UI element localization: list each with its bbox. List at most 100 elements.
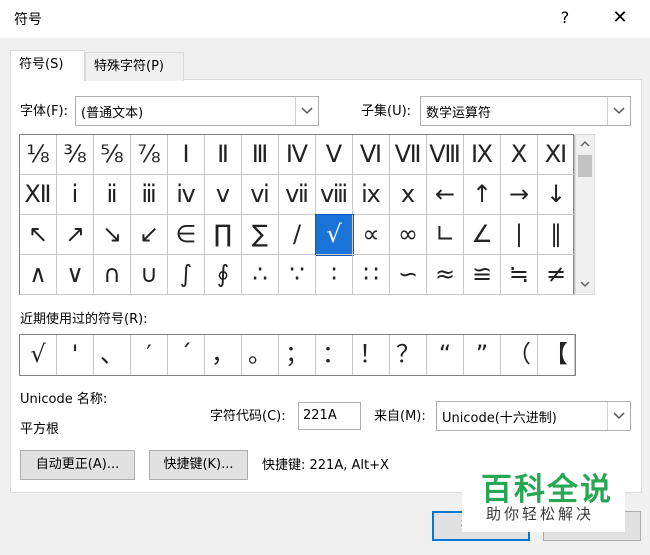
symbol-cell[interactable]: ↙ (131, 215, 168, 255)
symbol-cell[interactable]: ⅸ (353, 175, 390, 215)
symbol-cell[interactable]: ∩ (94, 255, 131, 295)
symbol-cell[interactable]: ⅵ (242, 175, 279, 215)
unicode-name-value: 平方根 (20, 422, 60, 437)
autocorrect-button[interactable]: 自动更正(A)... (20, 450, 135, 480)
symbol-cell[interactable]: Ⅹ (501, 135, 538, 175)
recent-symbol-cell[interactable]: ´ (168, 335, 205, 375)
recent-symbol-cell[interactable]: ： (316, 335, 353, 375)
recent-symbols-row[interactable]: √ '、 ′ ´，。；：！？ “” （【 (19, 334, 576, 376)
symbol-cell[interactable]: ⅝ (94, 135, 131, 175)
symbol-cell[interactable]: Ⅶ (390, 135, 427, 175)
symbol-cell-selected[interactable]: √ (315, 214, 354, 256)
symbol-cell[interactable]: ∨ (57, 255, 94, 295)
scroll-up-icon[interactable] (580, 140, 590, 147)
symbol-grid-scrollbar[interactable] (575, 134, 595, 295)
scrollbar-thumb[interactable] (578, 155, 592, 177)
symbol-cell[interactable]: → (501, 175, 538, 215)
close-button[interactable]: ✕ (606, 6, 634, 30)
symbol-cell[interactable]: Ⅱ (205, 135, 242, 175)
symbol-cell[interactable]: ↘ (94, 215, 131, 255)
symbol-cell[interactable]: ∟ (427, 215, 464, 255)
symbol-cell[interactable]: ⅲ (131, 175, 168, 215)
symbol-cell[interactable]: ↑ (464, 175, 501, 215)
subset-dropdown-button[interactable] (607, 97, 630, 125)
from-value: Unicode(十六进制) (442, 411, 557, 426)
symbol-cell[interactable]: ≈ (427, 255, 464, 295)
recent-symbol-cell[interactable]: ， (205, 335, 242, 375)
recent-symbol-cell[interactable]: ' (57, 335, 94, 375)
symbol-cell[interactable]: ∮ (205, 255, 242, 295)
recent-symbol-cell[interactable]: ′ (131, 335, 168, 375)
symbol-cell[interactable]: ↖ (20, 215, 57, 255)
recent-symbol-cell[interactable]: （ (501, 335, 538, 375)
recent-symbol-cell[interactable]: 【 (538, 335, 575, 375)
symbol-cell[interactable]: Ⅲ (242, 135, 279, 175)
recent-symbol-cell[interactable]: 、 (94, 335, 131, 375)
recent-symbol-cell[interactable]: √ (20, 335, 57, 375)
symbol-cell[interactable]: ∈ (168, 215, 205, 255)
symbol-cell[interactable]: ∧ (20, 255, 57, 295)
symbol-cell[interactable]: ∽ (390, 255, 427, 295)
symbol-cell[interactable]: ← (427, 175, 464, 215)
symbol-cell[interactable]: ∵ (279, 255, 316, 295)
recent-symbol-cell[interactable]: “ (427, 335, 464, 375)
recent-symbol-cell[interactable]: ！ (353, 335, 390, 375)
recent-symbol-cell[interactable]: ； (279, 335, 316, 375)
symbol-cell[interactable]: ∶ (316, 255, 353, 295)
symbol-cell[interactable]: ∫ (168, 255, 205, 295)
symbol-cell[interactable]: ⅳ (168, 175, 205, 215)
shortcut-key-button[interactable]: 快捷键(K)... (149, 450, 248, 480)
from-combobox[interactable]: Unicode(十六进制) (436, 401, 631, 431)
subset-combobox[interactable]: 数学运算符 (420, 96, 631, 126)
tab-special-characters[interactable]: 特殊字符(P) (85, 52, 184, 81)
chevron-down-icon (613, 412, 625, 420)
symbol-cell[interactable]: ↗ (57, 215, 94, 255)
symbol-cell[interactable]: Ⅳ (279, 135, 316, 175)
symbol-cell[interactable]: Ⅷ (427, 135, 464, 175)
symbol-cell[interactable]: ⅹ (390, 175, 427, 215)
symbol-cell[interactable]: ⅷ (316, 175, 353, 215)
font-dropdown-button[interactable] (295, 97, 318, 125)
symbol-cell[interactable]: ⅴ (205, 175, 242, 215)
symbol-cell[interactable]: ⅶ (279, 175, 316, 215)
symbol-cell[interactable]: ≒ (501, 255, 538, 295)
chevron-down-icon (301, 107, 313, 115)
font-combobox[interactable]: (普通文本) (75, 96, 319, 126)
symbol-cell[interactable]: ∥ (538, 215, 575, 255)
symbol-cell[interactable]: Ⅵ (353, 135, 390, 175)
symbol-cell[interactable]: ∴ (242, 255, 279, 295)
symbol-cell[interactable]: ⅱ (94, 175, 131, 215)
symbol-cell[interactable]: ⅞ (131, 135, 168, 175)
symbol-cell[interactable]: ∏ (205, 215, 242, 255)
symbol-cell[interactable]: ⅜ (57, 135, 94, 175)
symbol-cell[interactable]: ⅛ (20, 135, 57, 175)
char-code-label: 字符代码(C): (210, 409, 286, 424)
symbol-cell[interactable]: ∝ (353, 215, 390, 255)
recent-symbol-cell[interactable]: ” (464, 335, 501, 375)
recent-symbol-cell[interactable]: ？ (390, 335, 427, 375)
symbol-cell[interactable]: ∣ (501, 215, 538, 255)
symbol-cell[interactable]: ∕ (279, 215, 316, 255)
symbol-cell[interactable]: Ⅻ (20, 175, 57, 215)
tab-symbols[interactable]: 符号(S) (10, 50, 85, 81)
symbol-cell[interactable]: ≠ (538, 255, 575, 295)
recent-symbol-cell[interactable]: 。 (242, 335, 279, 375)
symbol-cell[interactable]: ∷ (353, 255, 390, 295)
symbol-cell[interactable]: ∞ (390, 215, 427, 255)
help-button[interactable]: ? (555, 6, 575, 30)
symbol-cell[interactable]: Ⅺ (538, 135, 575, 175)
unicode-name-label: Unicode 名称: (20, 392, 108, 407)
symbol-cell[interactable]: ⅰ (57, 175, 94, 215)
symbol-cell[interactable]: ∠ (464, 215, 501, 255)
symbol-cell[interactable]: ↓ (538, 175, 575, 215)
symbol-cell[interactable]: Ⅸ (464, 135, 501, 175)
symbol-cell[interactable]: Ⅰ (168, 135, 205, 175)
symbol-cell[interactable]: ∑ (242, 215, 279, 255)
symbol-cell[interactable]: Ⅴ (316, 135, 353, 175)
symbol-cell[interactable]: ≌ (464, 255, 501, 295)
symbol-cell[interactable]: ∪ (131, 255, 168, 295)
char-code-input[interactable]: 221A (298, 402, 361, 430)
scroll-down-icon[interactable] (580, 281, 590, 288)
symbol-grid[interactable]: ⅛ ⅜ ⅝ ⅞ Ⅰ Ⅱ Ⅲ Ⅳ Ⅴ Ⅵ Ⅶ Ⅷ Ⅸ Ⅹ Ⅺ Ⅻⅰ ⅱ ⅲ ⅳ ⅴ ⅵ ⅶ ⅷ ⅸ ⅹ ← ↑ → ↓ ↖ ↗ ↘ ↙ ∈ ∏ ∑ ∕ √ ∝… (19, 134, 575, 295)
from-dropdown-button[interactable] (607, 402, 630, 430)
